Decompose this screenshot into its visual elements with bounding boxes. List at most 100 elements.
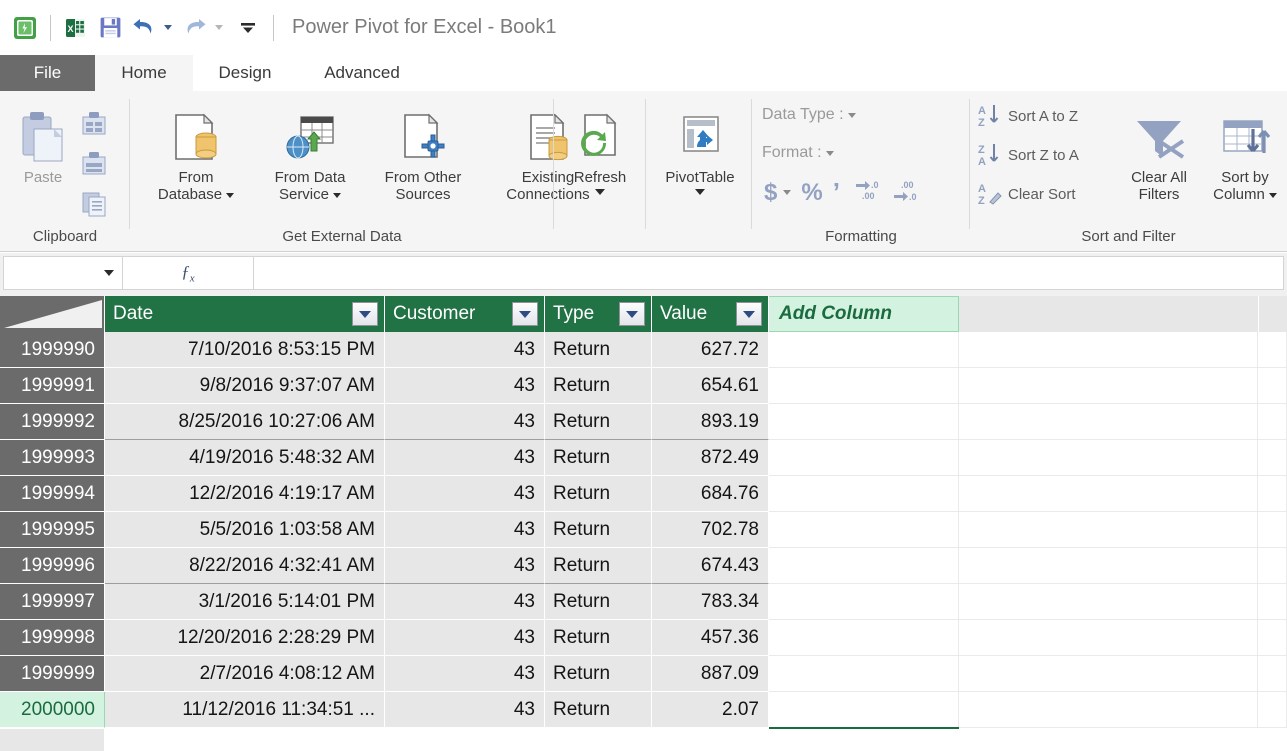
row-header[interactable]: 1999999 [0, 656, 105, 692]
tab-file[interactable]: File [0, 55, 95, 91]
sort-z-to-a-button[interactable]: Z A Sort Z to A [978, 142, 1079, 168]
cell-value[interactable]: 2.07 [652, 692, 769, 728]
cell-add-column[interactable] [769, 620, 959, 656]
table-row[interactable]: 199999812/20/2016 2:28:29 PM43Return457.… [0, 620, 1287, 656]
table-row[interactable]: 19999973/1/2016 5:14:01 PM43Return783.34 [0, 584, 1287, 620]
cell-add-column[interactable] [769, 584, 959, 620]
column-header-date[interactable]: Date [105, 296, 385, 332]
cell-type[interactable]: Return [545, 512, 652, 548]
cell-type[interactable]: Return [545, 440, 652, 476]
row-header[interactable]: 1999995 [0, 512, 105, 548]
cell-customer[interactable]: 43 [385, 332, 545, 368]
filter-button-value[interactable] [736, 302, 762, 326]
cell-type[interactable]: Return [545, 332, 652, 368]
row-header[interactable]: 1999996 [0, 548, 105, 584]
cell-value[interactable]: 674.43 [652, 548, 769, 584]
cell-type[interactable]: Return [545, 548, 652, 584]
refresh-caret-icon[interactable] [595, 189, 605, 195]
increase-decimal-icon[interactable]: .0 .00 [854, 177, 882, 208]
column-header-add-column[interactable]: Add Column [769, 296, 959, 332]
cell-customer[interactable]: 43 [385, 656, 545, 692]
table-row[interactable]: 19999968/22/2016 4:32:41 AM43Return674.4… [0, 548, 1287, 584]
cell-date[interactable]: 8/25/2016 10:27:06 AM [105, 404, 385, 440]
refresh-button[interactable]: Refresh [561, 105, 639, 195]
clear-sort-button[interactable]: A Z Clear Sort [978, 181, 1076, 207]
name-box[interactable] [3, 256, 123, 290]
table-row[interactable]: 199999412/2/2016 4:19:17 AM43Return684.7… [0, 476, 1287, 512]
save-icon[interactable] [93, 11, 127, 45]
currency-format-icon[interactable]: $ [764, 179, 777, 207]
cell-customer[interactable]: 43 [385, 476, 545, 512]
cell-customer[interactable]: 43 [385, 368, 545, 404]
insert-function-button[interactable]: ƒx [123, 256, 254, 290]
cell-add-column[interactable] [769, 440, 959, 476]
from-data-service-button[interactable]: From Data Service [252, 105, 368, 204]
tab-advanced[interactable]: Advanced [297, 55, 427, 91]
cell-add-column[interactable] [769, 332, 959, 368]
cell-date[interactable]: 7/10/2016 8:53:15 PM [105, 332, 385, 368]
cell-type[interactable]: Return [545, 620, 652, 656]
currency-caret-icon[interactable] [783, 190, 791, 195]
table-row[interactable]: 200000011/12/2016 11:34:51 ...43Return2.… [0, 692, 1287, 728]
table-row[interactable]: 19999928/25/2016 10:27:06 AM43Return893.… [0, 404, 1287, 440]
column-header-customer[interactable]: Customer [385, 296, 545, 332]
cell-customer[interactable]: 43 [385, 512, 545, 548]
row-header[interactable]: 1999990 [0, 332, 105, 368]
cell-type[interactable]: Return [545, 476, 652, 512]
table-row[interactable]: 19999907/10/2016 8:53:15 PM43Return627.7… [0, 332, 1287, 368]
cell-value[interactable]: 872.49 [652, 440, 769, 476]
format-caret-icon[interactable] [826, 151, 834, 156]
select-all-corner[interactable] [0, 296, 105, 332]
cell-date[interactable]: 11/12/2016 11:34:51 ... [105, 692, 385, 728]
cell-customer[interactable]: 43 [385, 620, 545, 656]
cell-value[interactable]: 654.61 [652, 368, 769, 404]
cell-value[interactable]: 457.36 [652, 620, 769, 656]
paste-replace-button[interactable] [80, 149, 110, 177]
cell-date[interactable]: 9/8/2016 9:37:07 AM [105, 368, 385, 404]
table-row[interactable]: 19999955/5/2016 1:03:58 AM43Return702.78 [0, 512, 1287, 548]
formula-input[interactable] [254, 256, 1284, 290]
cell-value[interactable]: 684.76 [652, 476, 769, 512]
cell-add-column[interactable] [769, 404, 959, 440]
cell-add-column[interactable] [769, 548, 959, 584]
cell-type[interactable]: Return [545, 368, 652, 404]
from-database-caret-icon[interactable] [226, 193, 234, 198]
clear-all-filters-button[interactable]: Clear All Filters [1115, 105, 1203, 204]
row-header[interactable]: 1999997 [0, 584, 105, 620]
table-row[interactable]: 19999992/7/2016 4:08:12 AM43Return887.09 [0, 656, 1287, 692]
cell-value[interactable]: 887.09 [652, 656, 769, 692]
row-header[interactable]: 1999992 [0, 404, 105, 440]
comma-format-icon[interactable]: ’ [833, 177, 840, 208]
row-header[interactable]: 1999991 [0, 368, 105, 404]
undo-icon[interactable] [127, 11, 161, 45]
cell-type[interactable]: Return [545, 404, 652, 440]
data-type-caret-icon[interactable] [848, 113, 856, 118]
cell-date[interactable]: 2/7/2016 4:08:12 AM [105, 656, 385, 692]
filter-button-customer[interactable] [512, 302, 538, 326]
cell-date[interactable]: 12/2/2016 4:19:17 AM [105, 476, 385, 512]
customize-qat-icon[interactable] [231, 11, 265, 45]
column-header-value[interactable]: Value [652, 296, 769, 332]
sort-by-column-caret-icon[interactable] [1269, 193, 1277, 198]
row-header[interactable]: 2000000 [0, 692, 105, 728]
row-header[interactable]: 1999993 [0, 440, 105, 476]
name-box-caret-icon[interactable] [104, 270, 114, 276]
cell-type[interactable]: Return [545, 584, 652, 620]
cell-add-column[interactable] [769, 656, 959, 692]
table-row[interactable]: 19999934/19/2016 5:48:32 AM43Return872.4… [0, 440, 1287, 476]
cell-customer[interactable]: 43 [385, 548, 545, 584]
from-other-sources-button[interactable]: From Other Sources [368, 105, 478, 204]
data-type-row[interactable]: Data Type : [762, 106, 856, 124]
cell-value[interactable]: 702.78 [652, 512, 769, 548]
column-header-type[interactable]: Type [545, 296, 652, 332]
table-row[interactable]: 19999919/8/2016 9:37:07 AM43Return654.61 [0, 368, 1287, 404]
cell-type[interactable]: Return [545, 692, 652, 728]
decrease-decimal-icon[interactable]: .00 .0 [892, 177, 920, 208]
row-header[interactable]: 1999998 [0, 620, 105, 656]
sort-a-to-z-button[interactable]: A Z Sort A to Z [978, 103, 1078, 129]
cell-customer[interactable]: 43 [385, 692, 545, 728]
cell-date[interactable]: 12/20/2016 2:28:29 PM [105, 620, 385, 656]
tab-design[interactable]: Design [193, 55, 297, 91]
undo-dropdown-caret-icon[interactable] [164, 25, 172, 30]
cell-add-column[interactable] [769, 512, 959, 548]
